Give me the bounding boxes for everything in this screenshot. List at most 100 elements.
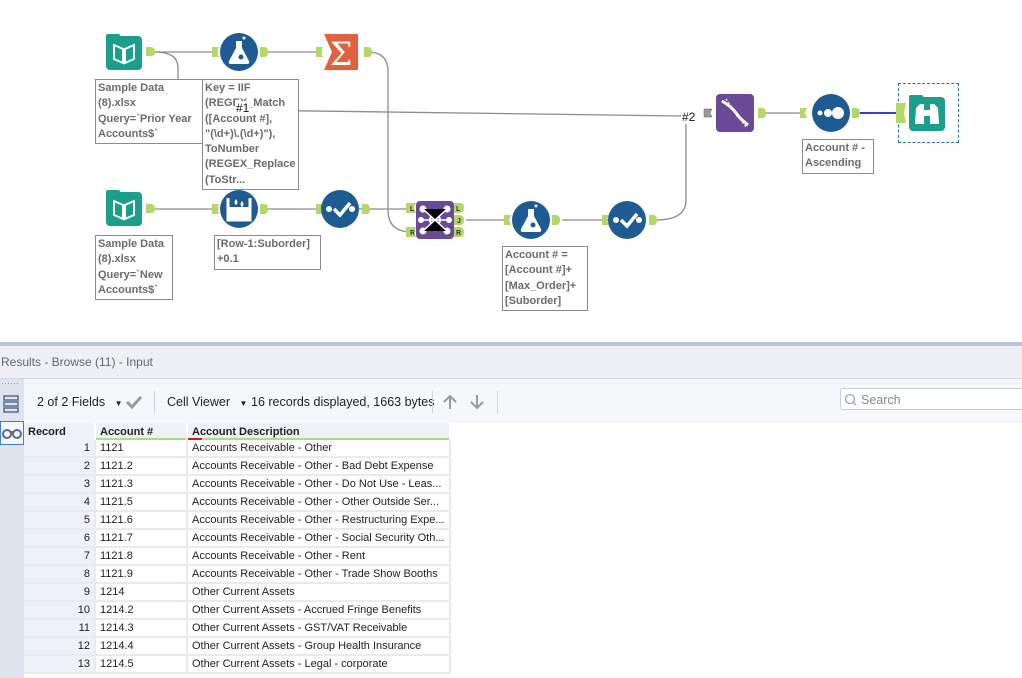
table-row[interactable]: 11 1214.3 Other Current Assets - GST/VAT R… (24, 620, 451, 638)
table-row[interactable]: 12 1214.4 Other Current Assets - Group Hea… (24, 638, 451, 656)
table-row[interactable]: 6 1121.7 Accounts Receivable - Other - Soc… (24, 530, 451, 548)
account-description-cell[interactable]: Accounts Receivable - Other - Restructur… (188, 512, 451, 530)
column-header-account-number[interactable]: Account # (96, 423, 188, 440)
account-number-cell[interactable]: 1121.2 (96, 458, 188, 476)
table-row[interactable]: 10 1214.2 Other Current Assets - Accrued F… (24, 602, 451, 620)
table-row[interactable]: 7 1121.8 Accounts Receivable - Other - Ren… (24, 548, 451, 566)
account-number-cell[interactable]: 1214.3 (96, 620, 188, 638)
record-cell[interactable]: 6 (24, 530, 96, 548)
record-cell[interactable]: 11 (24, 620, 96, 638)
dynamic-rename-tool[interactable] (702, 93, 768, 137)
account-description-cell[interactable]: Other Current Assets - Accrued Fringe Be… (188, 602, 451, 620)
unique-tool-1[interactable] (316, 189, 372, 233)
record-cell[interactable]: 1 (24, 440, 96, 458)
account-description-cell[interactable]: Accounts Receivable - Other - Rent (188, 548, 451, 566)
account-description-cell[interactable]: Accounts Receivable - Other - Trade Show… (188, 566, 451, 584)
toolbar-separator (432, 391, 433, 413)
formula-tool-2[interactable] (504, 200, 560, 244)
table-row[interactable]: 4 1121.5 Accounts Receivable - Other - Oth… (24, 494, 451, 512)
caret-down-icon: ▼ (114, 399, 123, 408)
table-row[interactable]: 8 1121.9 Accounts Receivable - Other - Tra… (24, 566, 451, 584)
account-number-cell[interactable]: 1121 (96, 440, 188, 458)
record-cell[interactable]: 4 (24, 494, 96, 512)
browse-tool[interactable] (896, 94, 956, 138)
sort-icon (800, 94, 860, 132)
record-cell[interactable]: 12 (24, 638, 96, 656)
browse-view-button[interactable] (0, 421, 24, 445)
account-number-cell[interactable]: 1121.7 (96, 530, 188, 548)
grip-icon[interactable] (0, 381, 24, 389)
table-row[interactable]: 2 1121.2 Accounts Receivable - Other - Bad… (24, 458, 451, 476)
column-header-record[interactable]: Record (24, 423, 96, 440)
apply-check-icon[interactable] (124, 394, 144, 410)
results-table: Record Account # Account Description 1 11… (24, 423, 451, 674)
account-description-cell[interactable]: Other Current Assets (188, 584, 451, 602)
annotation-input-1: Sample Data (8).xlsx Query=`Prior Year A… (95, 79, 203, 144)
records-status: 16 records displayed, 1663 bytes (251, 395, 435, 409)
viewer-selector[interactable]: Cell Viewer ▼ (167, 395, 247, 409)
summarize-tool[interactable]: Σ (316, 32, 372, 76)
record-cell[interactable]: 9 (24, 584, 96, 602)
join-input-right-label: R (410, 230, 415, 237)
record-cell[interactable]: 10 (24, 602, 96, 620)
account-number-cell[interactable]: 1121.8 (96, 548, 188, 566)
account-description-cell[interactable]: Accounts Receivable - Other - Bad Debt E… (188, 458, 451, 476)
record-cell[interactable]: 13 (24, 656, 96, 674)
unique-check-icon (316, 190, 370, 228)
sort-tool[interactable] (800, 93, 860, 137)
search-box[interactable] (840, 388, 1022, 410)
binoculars-icon (896, 95, 945, 131)
table-rows-icon (3, 395, 19, 413)
table-row[interactable]: 5 1121.6 Accounts Receivable - Other - Res… (24, 512, 451, 530)
account-description-cell[interactable]: Accounts Receivable - Other - Other Outs… (188, 494, 451, 512)
unique-tool-2[interactable] (602, 200, 658, 244)
caret-down-icon: ▼ (239, 399, 248, 408)
record-cell[interactable]: 3 (24, 476, 96, 494)
formula-tool-1[interactable] (212, 32, 268, 76)
account-number-cell[interactable]: 1121.5 (96, 494, 188, 512)
table-header-row: Record Account # Account Description (24, 423, 451, 440)
table-body: 1 1121 Accounts Receivable - Other 2 1121.2 A… (24, 440, 451, 674)
account-description-cell[interactable]: Other Current Assets - Legal - corporate (188, 656, 451, 674)
workflow-canvas[interactable]: Sample Data (8).xlsx Query=`Prior Year A… (0, 0, 1022, 342)
account-number-cell[interactable]: 1214 (96, 584, 188, 602)
annotation-sort: Account # - Ascending (802, 139, 874, 174)
record-cell[interactable]: 2 (24, 458, 96, 476)
account-description-cell[interactable]: Accounts Receivable - Other - Do Not Use… (188, 476, 451, 494)
sigma-icon: Σ (316, 34, 372, 73)
svg-text:R: R (456, 230, 461, 237)
table-row[interactable]: 1 1121 Accounts Receivable - Other (24, 440, 451, 458)
account-number-cell[interactable]: 1121.3 (96, 476, 188, 494)
input-data-tool-1[interactable] (106, 34, 158, 76)
book-icon (106, 34, 155, 70)
join-tool[interactable]: L R LJR (406, 200, 470, 244)
account-description-cell[interactable]: Other Current Assets - GST/VAT Receivabl… (188, 620, 451, 638)
arrow-down-icon[interactable] (467, 392, 487, 412)
account-number-cell[interactable]: 1121.6 (96, 512, 188, 530)
account-number-cell[interactable]: 1214.5 (96, 656, 188, 674)
record-cell[interactable]: 5 (24, 512, 96, 530)
binoculars-icon (2, 429, 22, 439)
connection-label-1: #1 (235, 101, 251, 115)
account-number-cell[interactable]: 1121.9 (96, 566, 188, 584)
account-number-cell[interactable]: 1214.4 (96, 638, 188, 656)
table-row[interactable]: 9 1214 Other Current Assets (24, 584, 451, 602)
table-row[interactable]: 13 1214.5 Other Current Assets - Legal - c… (24, 656, 451, 674)
table-row[interactable]: 3 1121.3 Accounts Receivable - Other - Do … (24, 476, 451, 494)
record-cell[interactable]: 7 (24, 548, 96, 566)
account-number-cell[interactable]: 1214.2 (96, 602, 188, 620)
formula-flask-icon (212, 33, 268, 71)
record-cell[interactable]: 8 (24, 566, 96, 584)
table-view-button[interactable] (2, 393, 20, 415)
arrow-up-icon[interactable] (440, 392, 460, 412)
viewer-selector-label: Cell Viewer (167, 395, 230, 409)
search-input[interactable] (859, 390, 1022, 410)
fields-selector[interactable]: 2 of 2 Fields ▼ (37, 395, 123, 409)
account-description-cell[interactable]: Accounts Receivable - Other (188, 440, 451, 458)
account-description-cell[interactable]: Accounts Receivable - Other - Social Sec… (188, 530, 451, 548)
results-title-bar: Results - Browse (11) - Input (0, 346, 1022, 379)
account-description-cell[interactable]: Other Current Assets - Group Health Insu… (188, 638, 451, 656)
input-data-tool-2[interactable] (106, 190, 158, 232)
column-header-account-description[interactable]: Account Description (188, 423, 451, 440)
multi-row-formula-tool[interactable] (212, 189, 268, 233)
